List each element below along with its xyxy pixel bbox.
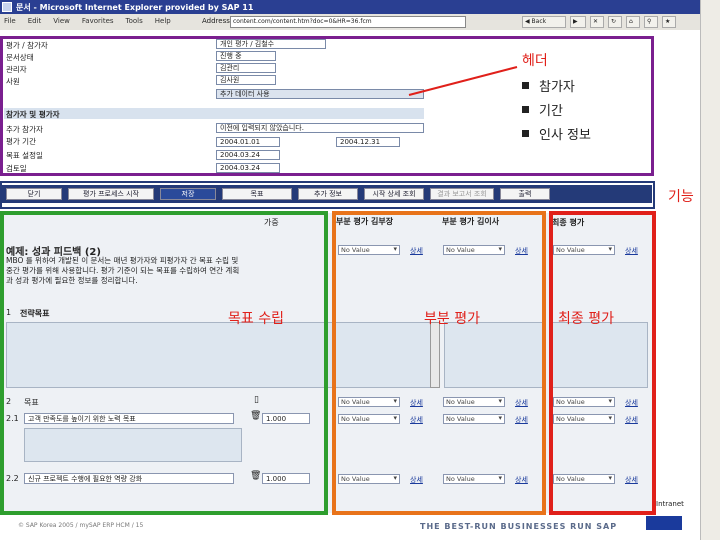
window-title: 문서 - Microsoft Internet Explorer provide…: [16, 3, 254, 12]
stop-icon[interactable]: ✕: [590, 16, 604, 28]
final-eval-frame: [549, 211, 656, 515]
bullet-participant-text: 참가자: [539, 80, 575, 95]
browser-toolbar: ◀ Back ▶ ✕ ↻ ⌂ ⚲ ★: [470, 14, 700, 30]
bullet-period-text: 기간: [539, 104, 563, 119]
header-annotation: 헤더: [522, 53, 548, 69]
home-icon[interactable]: ⌂: [626, 16, 640, 28]
bullet-period: 기간: [522, 100, 563, 119]
function-annotation: 기능: [668, 189, 694, 205]
address-label: Address: [202, 17, 230, 25]
header-pointer-line: [408, 66, 518, 96]
window-titlebar: 문서 - Microsoft Internet Explorer provide…: [0, 0, 700, 14]
sap-logo: [646, 516, 682, 530]
back-label: Back: [531, 18, 547, 25]
partial-eval-frame: [332, 211, 546, 515]
copyright-text: © SAP Korea 2005 / mySAP ERP HCM / 15: [18, 522, 144, 529]
menu-file[interactable]: File: [4, 17, 16, 30]
function-highlight-frame: [0, 181, 655, 209]
address-bar: Address content.com/content.htm?doc=0&HR…: [200, 14, 470, 30]
favorites-icon[interactable]: ★: [662, 16, 676, 28]
bullet-hr-info-text: 인사 정보: [539, 128, 591, 143]
final-eval-annotation: 최종 평가: [558, 311, 614, 327]
menu-help[interactable]: Help: [155, 17, 171, 30]
search-icon[interactable]: ⚲: [644, 16, 658, 28]
refresh-icon[interactable]: ↻: [608, 16, 622, 28]
menu-edit[interactable]: Edit: [28, 17, 42, 30]
vertical-scrollbar[interactable]: [700, 0, 720, 540]
goal-setting-frame: [0, 211, 328, 515]
sap-slogan: THE BEST-RUN BUSINESSES RUN SAP: [420, 522, 618, 531]
menu-favorites[interactable]: Favorites: [82, 17, 114, 30]
address-input[interactable]: content.com/content.htm?doc=0&HR=36.fcm: [230, 16, 466, 28]
intranet-status: Intranet: [656, 500, 684, 508]
ie-window-icon: [2, 2, 12, 12]
partial-eval-annotation: 부분 평가: [424, 311, 480, 327]
back-button[interactable]: ◀ Back: [522, 16, 566, 28]
bullet-participant: 참가자: [522, 76, 575, 95]
menu-bar: File Edit View Favorites Tools Help: [0, 14, 200, 30]
forward-icon[interactable]: ▶: [570, 16, 586, 28]
bullet-hr-info: 인사 정보: [522, 124, 591, 143]
goal-setting-annotation: 목표 수립: [228, 311, 284, 327]
menu-tools[interactable]: Tools: [126, 17, 143, 30]
menu-view[interactable]: View: [53, 17, 70, 30]
